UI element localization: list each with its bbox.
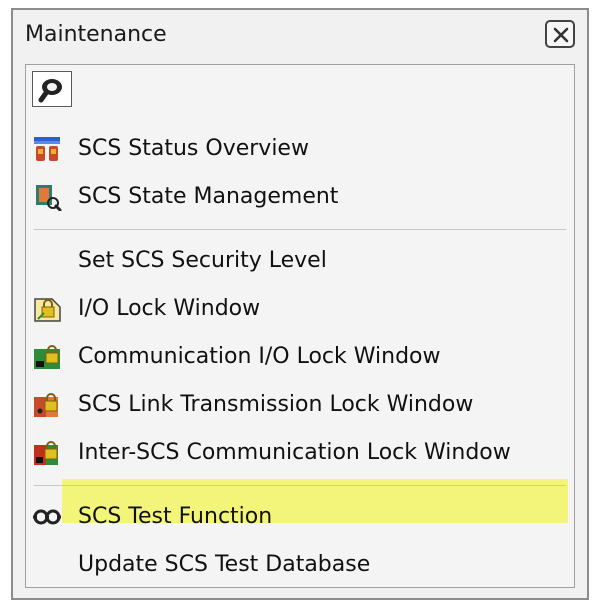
close-button[interactable] <box>545 20 575 48</box>
menu-item-communication-io-lock-window[interactable]: Communication I/O Lock Window <box>28 335 572 379</box>
menu-item-label: I/O Lock Window <box>78 296 261 321</box>
menu-separator <box>34 229 566 230</box>
menu-item-label: SCS Test Function <box>78 504 273 529</box>
status-overview-icon <box>34 137 60 161</box>
close-icon <box>553 27 569 43</box>
menu-item-label: SCS State Management <box>78 184 339 209</box>
menu-item-label: Update SCS Test Database <box>78 552 371 577</box>
menu-item-label: Set SCS Security Level <box>78 248 327 273</box>
state-management-icon <box>36 185 62 211</box>
menu-separator <box>34 485 566 486</box>
magnifier-icon <box>38 79 62 103</box>
menu-item-scs-state-management[interactable]: SCS State Management <box>28 175 572 219</box>
menu-item-scs-test-function[interactable]: SCS Test Function <box>28 495 572 539</box>
test-function-icon <box>33 509 61 525</box>
toolbar-icon-button[interactable] <box>32 71 72 107</box>
link-transmission-lock-icon <box>34 393 58 417</box>
menu-item-set-scs-security-level[interactable]: Set SCS Security Level <box>28 239 572 283</box>
menu-item-inter-scs-communication-lock-window[interactable]: Inter-SCS Communication Lock Window <box>28 431 572 475</box>
window-title: Maintenance <box>25 22 167 47</box>
menu-item-scs-link-transmission-lock-window[interactable]: SCS Link Transmission Lock Window <box>28 383 572 427</box>
title-bar: Maintenance <box>13 10 587 62</box>
communication-io-lock-icon <box>34 345 60 369</box>
inter-scs-lock-icon <box>34 441 58 465</box>
menu-item-label: Inter-SCS Communication Lock Window <box>78 440 511 465</box>
menu-item-update-scs-test-database[interactable]: Update SCS Test Database <box>28 543 572 587</box>
maintenance-window: Maintenance SCS Status Overview SCS Stat… <box>11 8 589 600</box>
menu-item-io-lock-window[interactable]: I/O Lock Window <box>28 287 572 331</box>
maintenance-menu: SCS Status Overview SCS State Management… <box>25 64 575 588</box>
menu-item-label: SCS Status Overview <box>78 136 309 161</box>
menu-item-label: SCS Link Transmission Lock Window <box>78 392 474 417</box>
io-lock-icon <box>34 298 61 322</box>
menu-toolbar <box>26 65 574 111</box>
menu-item-scs-status-overview[interactable]: SCS Status Overview <box>28 127 572 171</box>
menu-item-label: Communication I/O Lock Window <box>78 344 441 369</box>
